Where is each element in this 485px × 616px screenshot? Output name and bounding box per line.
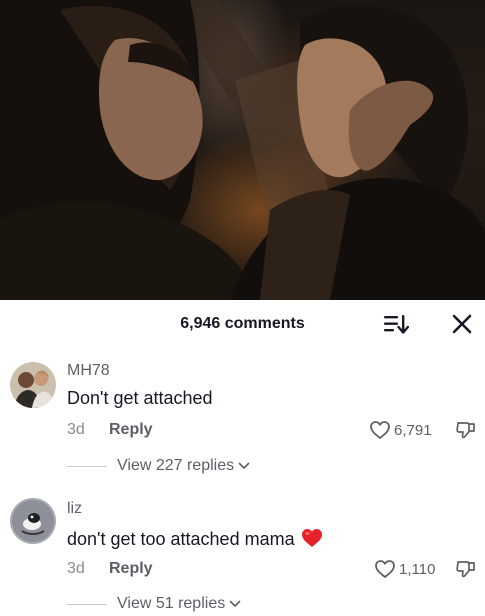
- view-replies-label: View 227 replies: [117, 457, 235, 474]
- like-button[interactable]: 6,791: [369, 419, 432, 441]
- photo-illustration: [0, 0, 485, 300]
- comment-item: MH78 Don't get attached 3d Reply 6,791 V…: [0, 356, 485, 486]
- heart-outline-icon: [375, 560, 395, 578]
- comment-text: Don't get attached: [67, 388, 213, 408]
- comments-header: 6,946 comments: [0, 300, 485, 348]
- avatar[interactable]: [10, 362, 56, 408]
- red-heart-icon: [301, 529, 322, 547]
- comment-text-body: don't get too attached mama: [67, 529, 295, 549]
- chevron-down-icon: [238, 462, 250, 469]
- like-count: 6,791: [394, 421, 432, 439]
- close-icon[interactable]: [451, 313, 473, 335]
- video-still-image[interactable]: [0, 0, 485, 300]
- view-replies-button[interactable]: View 51 replies: [67, 594, 241, 614]
- chevron-down-icon: [229, 600, 241, 607]
- dislike-icon[interactable]: [455, 558, 477, 580]
- like-button[interactable]: 1,110: [374, 558, 435, 580]
- comments-sheet: 6,946 comments MH78 Don't get attached 3…: [0, 300, 485, 616]
- heart-outline-icon: [370, 421, 390, 439]
- replies-divider: [67, 465, 107, 467]
- comment-username[interactable]: MH78: [67, 362, 110, 380]
- like-count: 1,110: [399, 560, 436, 578]
- reply-button[interactable]: Reply: [109, 560, 153, 578]
- view-replies-button[interactable]: View 227 replies: [67, 456, 250, 476]
- view-replies-label: View 51 replies: [117, 595, 226, 612]
- comment-item: liz don't get too attached mama 3d Reply…: [0, 496, 485, 616]
- comment-text: don't get too attached mama: [67, 528, 323, 550]
- replies-divider: [67, 603, 107, 605]
- reply-button[interactable]: Reply: [109, 421, 153, 439]
- comment-username[interactable]: liz: [67, 500, 82, 518]
- sort-icon[interactable]: [383, 313, 410, 335]
- comment-time: 3d: [67, 421, 85, 438]
- comment-time: 3d: [67, 560, 85, 577]
- avatar[interactable]: [10, 498, 56, 544]
- comments-count: 6,946 comments: [180, 315, 305, 332]
- dislike-icon[interactable]: [455, 419, 477, 441]
